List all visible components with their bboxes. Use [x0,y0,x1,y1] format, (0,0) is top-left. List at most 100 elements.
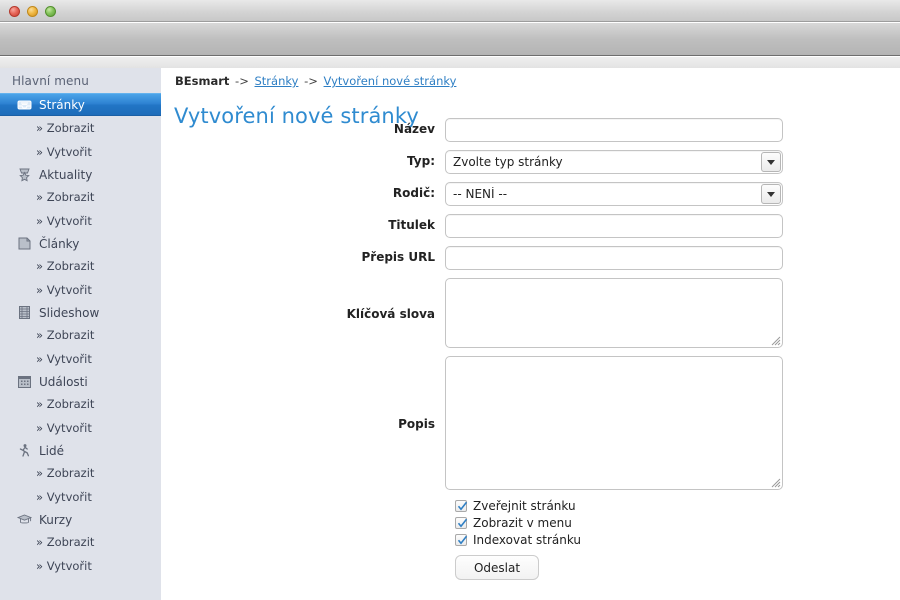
breadcrumb-link-current[interactable]: Vytvoření nové stránky [324,74,457,88]
content-area: BEsmart -> Stránky -> Vytvoření nové str… [161,68,900,600]
titulek-input[interactable] [445,214,783,238]
sidebar-subitem[interactable]: » Vytvořit [0,347,161,371]
typ-select[interactable] [445,150,783,174]
label-popis: Popis [398,417,435,431]
sidebar-subitem[interactable]: » Zobrazit [0,185,161,209]
create-page-form: Název Typ: Rodič: Titulek [161,118,900,580]
close-window-button[interactable] [9,6,20,17]
checkbox-row[interactable]: Zveřejnit stránku [455,498,900,514]
sidebar-item--l-nky[interactable]: Články [0,233,161,254]
form-row-titulek: Titulek [161,214,900,238]
maximize-window-button[interactable] [45,6,56,17]
breadcrumb-root: BEsmart [175,74,230,88]
person-walking-icon [17,443,32,458]
popis-textarea[interactable] [445,356,783,490]
checkbox-checked[interactable] [455,534,468,546]
sidebar-item-label: Stránky [39,97,85,112]
sidebar-item-lid-[interactable]: Lidé [0,440,161,461]
breadcrumb-link-stranky[interactable]: Stránky [255,74,299,88]
sidebar-subitem-label: » Zobrazit [36,259,95,273]
sidebar-item-list: Stránky » Zobrazit » Vytvořit Aktuality » Zo… [0,93,161,578]
rodic-select-value[interactable] [445,182,783,206]
form-row-url: Přepis URL [161,246,900,270]
sidebar-subitem[interactable]: » Vytvořit [0,278,161,302]
label-typ: Typ: [407,154,435,168]
sidebar-subitem-label: » Vytvořit [36,283,92,297]
toolbar-strip [0,57,900,68]
chevron-down-icon[interactable] [761,152,781,172]
checkbox-label: Indexovat stránku [473,533,582,547]
inbox-tray-icon [17,97,32,112]
sidebar-subitem[interactable]: » Zobrazit [0,323,161,347]
graduation-cap-icon [17,512,32,527]
sidebar-subitem-label: » Zobrazit [36,535,95,549]
sidebar-item-slideshow[interactable]: Slideshow [0,302,161,323]
checkmark-icon [457,518,468,528]
label-nazev: Název [393,122,435,136]
checkmark-icon [457,501,468,511]
breadcrumb: BEsmart -> Stránky -> Vytvoření nové str… [175,74,456,88]
label-titulek: Titulek [388,218,435,232]
nazev-input[interactable] [445,118,783,142]
sidebar-subitem-label: » Vytvořit [36,214,92,228]
calendar-icon [17,374,32,389]
sidebar-item-label: Aktuality [39,167,93,182]
klicova-slova-textarea[interactable] [445,278,783,348]
sidebar-subitem-label: » Vytvořit [36,352,92,366]
checkbox-checked[interactable] [455,500,468,512]
form-row-klicova-slova: Klíčová slova [161,278,900,350]
sidebar-subitem[interactable]: » Zobrazit [0,392,161,416]
sidebar-subitem-label: » Vytvořit [36,490,92,504]
rodic-select[interactable] [445,182,783,206]
typ-select-value[interactable] [445,150,783,174]
sidebar-subitem[interactable]: » Zobrazit [0,254,161,278]
checkbox-group: Zveřejnit stránku Zobrazit v menu Indexova… [455,498,900,548]
sidebar-subitem[interactable]: » Vytvořit [0,485,161,509]
sidebar-item-aktuality[interactable]: Aktuality [0,164,161,185]
checkbox-row[interactable]: Zobrazit v menu [455,515,900,531]
sidebar-subitem-label: » Vytvořit [36,421,92,435]
sidebar-subitem-label: » Zobrazit [36,190,95,204]
sidebar-subitem[interactable]: » Vytvořit [0,554,161,578]
prepis-url-input[interactable] [445,246,783,270]
form-row-rodic: Rodič: [161,182,900,206]
star-medal-icon [17,167,32,182]
breadcrumb-separator-2: -> [304,74,318,88]
sidebar-item-kurzy[interactable]: Kurzy [0,509,161,530]
breadcrumb-separator-1: -> [235,74,249,88]
label-rodic: Rodič: [392,186,435,200]
sidebar-subitem[interactable]: » Vytvořit [0,209,161,233]
sidebar-subitem[interactable]: » Vytvořit [0,416,161,440]
sidebar-subitem[interactable]: » Vytvořit [0,140,161,164]
sidebar-item-label: Články [39,236,80,251]
document-page-icon [17,236,32,251]
chevron-down-icon[interactable] [761,184,781,204]
sidebar-subitem[interactable]: » Zobrazit [0,530,161,554]
form-row-nazev: Název [161,118,900,142]
sidebar-subitem-label: » Zobrazit [36,328,95,342]
checkbox-checked[interactable] [455,517,468,529]
klicova-slova-holder [445,278,783,348]
checkbox-label: Zveřejnit stránku [473,499,576,513]
label-klicova-slova: Klíčová slova [346,307,435,321]
sidebar-subitem[interactable]: » Zobrazit [0,116,161,140]
page-body: Hlavní menu Stránky » Zobrazit » Vytvořit A… [0,68,900,600]
checkbox-label: Zobrazit v menu [473,516,572,530]
traffic-lights [9,6,56,17]
sidebar-subitem-label: » Zobrazit [36,121,95,135]
sidebar-item-label: Kurzy [39,512,73,527]
submit-row: Odeslat [455,549,900,580]
sidebar-item-str-nky[interactable]: Stránky [0,93,161,116]
filmstrip-icon [17,305,32,320]
submit-button[interactable]: Odeslat [455,555,539,580]
sidebar-item-label: Lidé [39,443,65,458]
popis-holder [445,356,783,490]
checkbox-row[interactable]: Indexovat stránku [455,532,900,548]
sidebar-item-label: Události [39,374,88,389]
sidebar-subitem[interactable]: » Zobrazit [0,461,161,485]
checkmark-icon [457,535,468,545]
label-prepis-url: Přepis URL [361,250,435,264]
form-row-typ: Typ: [161,150,900,174]
sidebar-item-ud-losti[interactable]: Události [0,371,161,392]
minimize-window-button[interactable] [27,6,38,17]
